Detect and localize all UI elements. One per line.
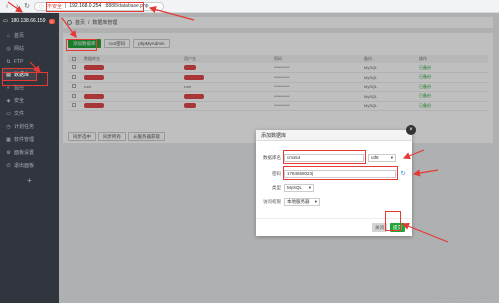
arrow-sidebar: [29, 61, 41, 73]
arrow-add-button: [61, 17, 77, 38]
watermark: https://blog.csdn.net/qq_74848969: [431, 295, 493, 300]
annotation-arrows: [7, 1, 449, 243]
arrow-db-name: [402, 149, 425, 160]
arrow-browser: [7, 1, 23, 13]
arrow-address: [148, 6, 195, 21]
arrow-password: [412, 169, 439, 177]
arrow-submit: [401, 222, 449, 243]
